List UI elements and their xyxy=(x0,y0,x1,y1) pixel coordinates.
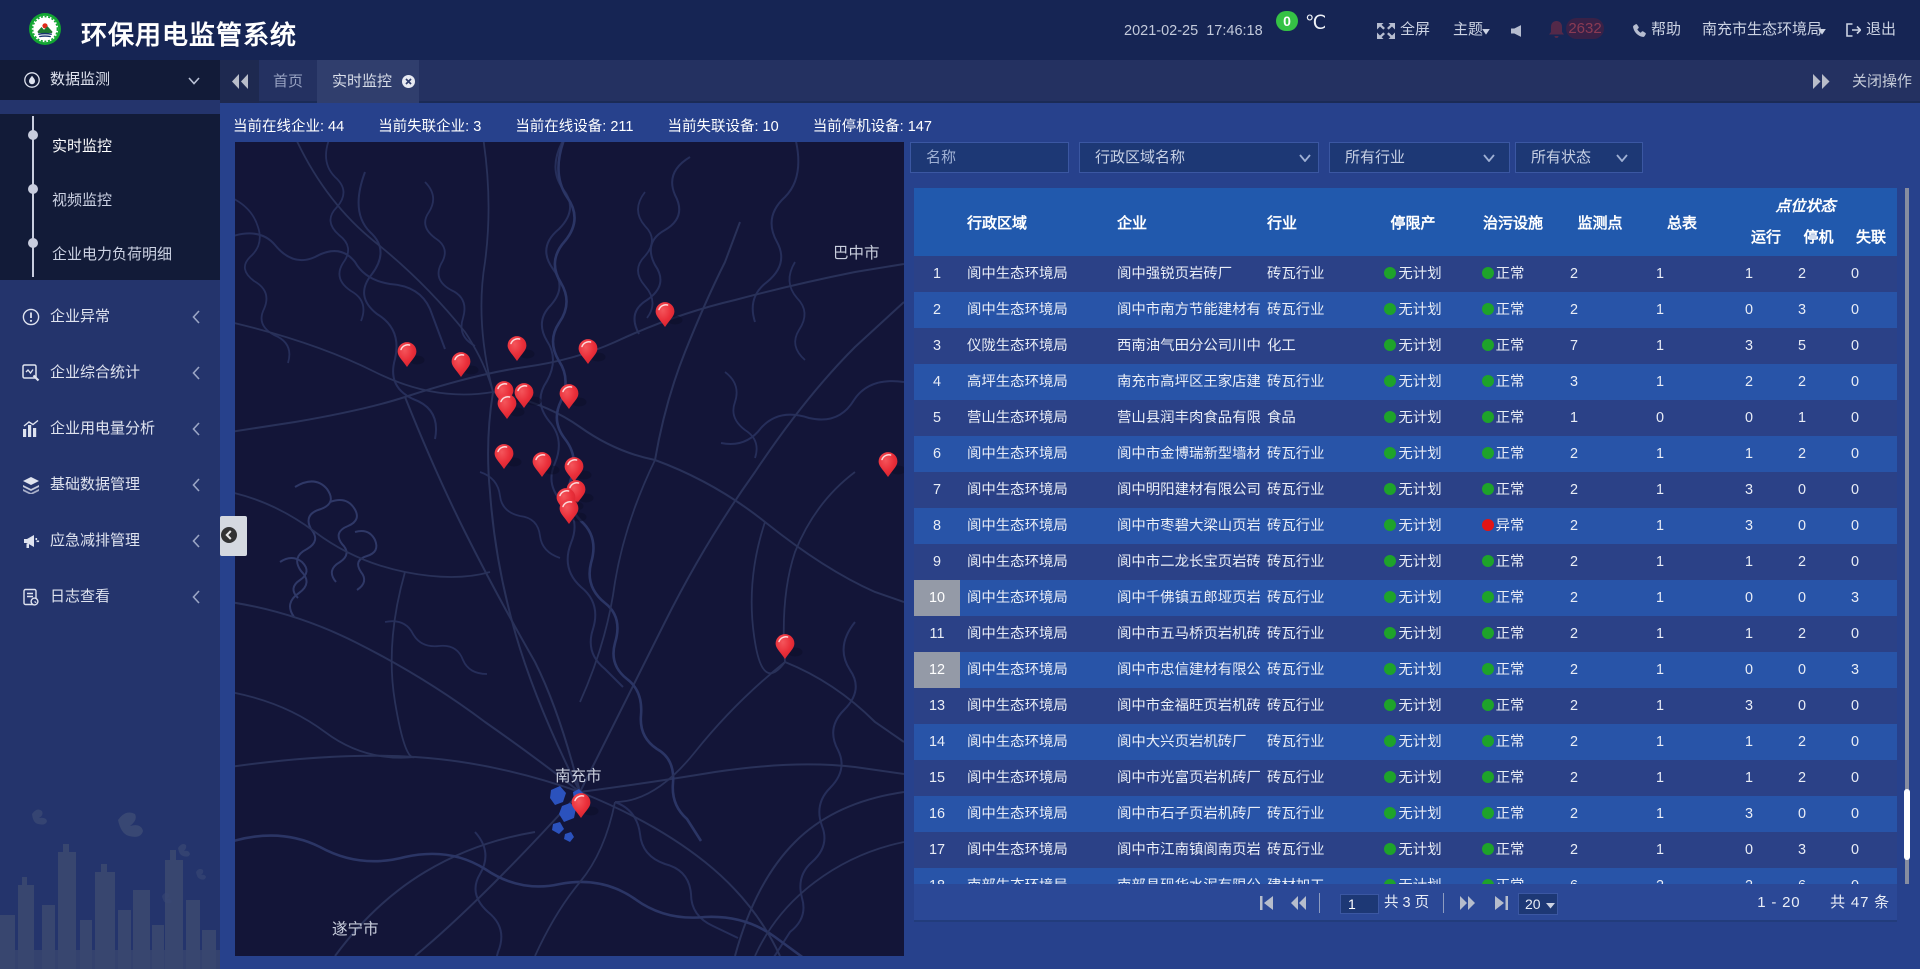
svg-text:遂宁市: 遂宁市 xyxy=(332,920,379,938)
svg-text:巴中市: 巴中市 xyxy=(833,244,880,262)
svg-text:南充市: 南充市 xyxy=(555,767,602,785)
